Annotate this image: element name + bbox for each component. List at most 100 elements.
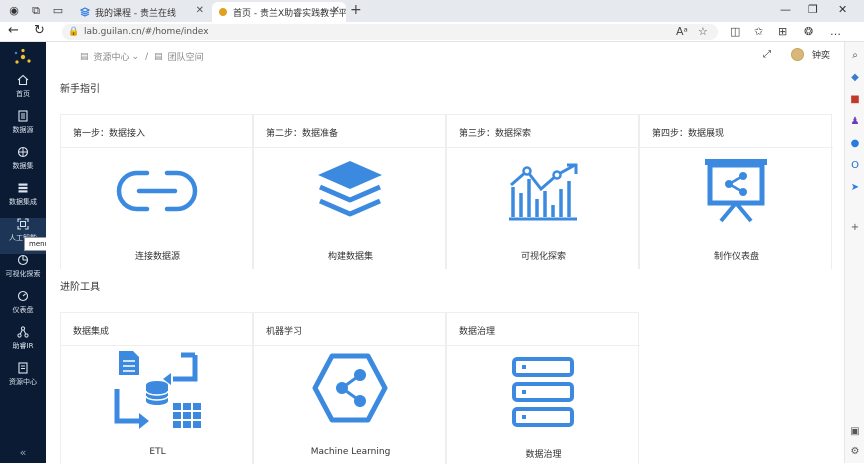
card-label: Machine Learning — [310, 447, 391, 457]
profile-icon[interactable]: ◉ — [6, 3, 22, 19]
card-label: 连接数据源 — [134, 252, 180, 262]
favorite-star-icon[interactable]: ☆ — [698, 25, 708, 38]
add-icon[interactable]: + — [849, 222, 861, 234]
layout-icon[interactable]: ▣ — [849, 426, 861, 438]
sidebar-item-label: 数据集 — [12, 162, 34, 170]
fullscreen-icon[interactable]: ⤢ — [763, 49, 771, 60]
card-divider — [447, 345, 640, 346]
card-title: 第三步：数据探索 — [459, 129, 532, 139]
tool-card-etl[interactable]: 数据集成 ETL — [60, 313, 254, 464]
url-text: lab.guilan.cn/#/home/index — [84, 27, 209, 37]
url-field[interactable]: 🔒 lab.guilan.cn/#/home/index — [62, 24, 718, 40]
card-divider — [61, 147, 254, 148]
more-icon[interactable]: … — [830, 25, 841, 38]
tab-actions-icon[interactable]: ▭ — [50, 3, 66, 19]
window-close-icon[interactable]: ✕ — [838, 3, 847, 16]
split-screen-icon[interactable]: ◫ — [730, 25, 740, 38]
tab-title: 我的课程 - 贵兰在线 — [95, 8, 176, 19]
favorites-icon[interactable]: ✩ — [754, 25, 763, 38]
workspaces-icon[interactable]: ⧉ — [28, 3, 44, 19]
tools-grid: 数据集成 ETL 机器学习 Machine Learning 数据治理 数据治理 — [60, 312, 640, 464]
tool-card-governance[interactable]: 数据治理 数据治理 — [446, 313, 640, 464]
lock-icon: 🔒 — [68, 27, 80, 37]
guide-card-dataset[interactable]: 第二步：数据准备 构建数据集 — [253, 115, 447, 269]
sidebar-item-graph[interactable]: 助睿IR — [0, 326, 46, 362]
card-divider — [254, 345, 447, 346]
search-icon[interactable]: ⌕ — [849, 50, 861, 62]
back-icon[interactable]: ← — [8, 23, 19, 38]
card-title: 机器学习 — [266, 327, 303, 337]
tab-my-courses[interactable]: 我的课程 - 贵兰在线 ✕ — [74, 2, 210, 22]
tab-home[interactable]: 首页 - 贵兰X助睿实践教学平台 ✕ — [212, 2, 346, 22]
outlook-icon[interactable]: O — [849, 160, 861, 172]
card-label: 制作仪表盘 — [713, 252, 759, 262]
guide-card-explore[interactable]: 第三步：数据探索 可视化探索 — [446, 115, 640, 269]
dashboard-icon — [17, 290, 29, 302]
chart-explore-icon — [508, 163, 577, 221]
card-label: ETL — [149, 447, 166, 457]
layers-icon — [317, 161, 382, 217]
sidebar-item-dataset[interactable]: 数据集 — [0, 146, 46, 182]
sidebar-item-integration[interactable]: 数据集成 — [0, 182, 46, 218]
collections-icon[interactable]: ⊞ — [778, 25, 787, 38]
card-label: 数据治理 — [525, 450, 562, 460]
guide-section-title: 新手指引 — [60, 84, 100, 95]
sidebar-item-datasource[interactable]: 数据源 — [0, 110, 46, 146]
folder-icon: ▤ — [80, 51, 89, 62]
breadcrumb-item-team[interactable]: 团队空间 — [168, 50, 204, 63]
tools-section-title: 进阶工具 — [60, 282, 100, 293]
visual-icon — [17, 254, 29, 266]
sidebar-item-label: 资源中心 — [9, 378, 37, 386]
guide-card-connect[interactable]: 第一步：数据接入 连接数据源 — [60, 115, 254, 269]
sidebar-item-label: 助睿IR — [12, 342, 34, 350]
card-label: 构建数据集 — [327, 252, 373, 262]
maximize-icon[interactable]: ❐ — [808, 3, 818, 16]
link-icon — [116, 170, 197, 212]
course-favicon — [80, 7, 90, 17]
app-logo — [14, 48, 31, 64]
settings-gear-icon[interactable]: ⚙ — [849, 446, 861, 458]
avatar[interactable] — [790, 48, 804, 61]
sidebar-item-resource[interactable]: 资源中心 — [0, 362, 46, 398]
copilot-icon[interactable]: ● — [849, 138, 861, 150]
card-title: 数据集成 — [73, 327, 110, 337]
close-icon[interactable]: ✕ — [196, 5, 204, 16]
user-name[interactable]: 钟奕 — [812, 48, 830, 61]
close-icon[interactable]: ✕ — [332, 5, 340, 16]
browser-tabbar: ◉ ⧉ ▭ 我的课程 - 贵兰在线 ✕ 首页 - 贵兰X助睿实践教学平台 ✕ +… — [0, 0, 864, 22]
extensions-icon[interactable]: ❂ — [804, 25, 813, 38]
main-content: ▤ 资源中心 ⌄ / ▤ 团队空间 ⤢ 钟奕 新手指引 第一步：数据接入 连接数… — [46, 42, 844, 464]
card-title: 第四步：数据展现 — [652, 129, 725, 139]
send-icon[interactable]: ➤ — [849, 182, 861, 194]
home-icon — [17, 74, 29, 86]
edge-sidebar: ⌕ ◆ ■ ♟ ● O ➤ + ▣ ⚙ — [844, 42, 864, 463]
read-aloud-icon[interactable]: Aᵃ — [676, 25, 688, 38]
ai-icon — [17, 218, 29, 230]
reload-icon[interactable]: ↻ — [34, 23, 45, 38]
card-divider — [254, 147, 447, 148]
new-tab-icon[interactable]: + — [350, 2, 362, 18]
collapse-sidebar-icon[interactable]: « — [0, 443, 46, 463]
etl-icon — [114, 351, 201, 429]
server-icon — [511, 357, 574, 427]
guide-card-dashboard[interactable]: 第四步：数据展现 制作仪表盘 — [639, 115, 833, 269]
sidebar-item-dashboard[interactable]: 仪表盘 — [0, 290, 46, 326]
sidebar-item-label: 数据源 — [12, 126, 34, 134]
briefcase-icon[interactable]: ■ — [849, 94, 861, 106]
tab-title: 首页 - 贵兰X助睿实践教学平台 — [233, 8, 346, 19]
tool-card-ml[interactable]: 机器学习 Machine Learning — [253, 313, 447, 464]
minimize-icon[interactable]: — — [780, 3, 791, 16]
card-title: 第二步：数据准备 — [266, 129, 339, 139]
card-title: 第一步：数据接入 — [73, 129, 146, 139]
chevron-down-icon[interactable]: ⌄ — [132, 52, 140, 62]
machine-learning-icon — [312, 353, 387, 423]
sidebar-item-visual[interactable]: 可视化探索 — [0, 254, 46, 290]
sidebar-item-home[interactable]: 首页 — [0, 74, 46, 110]
breadcrumb-item-resource[interactable]: 资源中心 — [94, 50, 130, 63]
resource-icon — [18, 362, 28, 374]
user-area: ⤢ 钟奕 — [763, 48, 830, 61]
sidebar-item-label: 首页 — [16, 90, 30, 98]
presentation-icon — [704, 159, 767, 223]
games-icon[interactable]: ♟ — [849, 116, 861, 128]
tag-icon[interactable]: ◆ — [849, 72, 861, 84]
